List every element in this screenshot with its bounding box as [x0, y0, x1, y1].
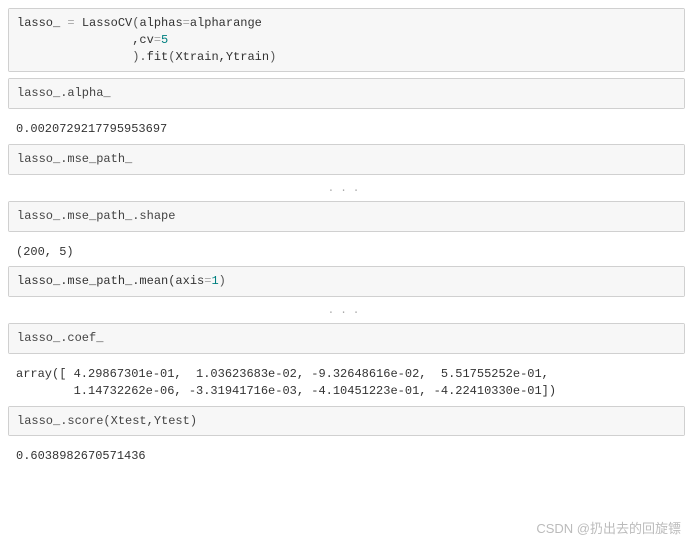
code-block: lasso_.score(Xtest,Ytest) [9, 407, 684, 436]
code-block: lasso_.mse_path_ [9, 145, 684, 174]
code-text: lasso_.alpha_ [17, 86, 111, 100]
code-block: lasso_.mse_path_.shape [9, 202, 684, 231]
code-token: alpharange [190, 16, 262, 30]
output-truncated-icon: ... [8, 181, 685, 201]
code-token: 1 [211, 274, 218, 288]
watermark: CSDN @扔出去的回旋镖 [536, 518, 681, 537]
output-4: (200, 5) [8, 238, 685, 267]
code-token: lasso_ [17, 16, 60, 30]
code-cell-3: lasso_.mse_path_ [8, 144, 685, 175]
code-block: lasso_.alpha_ [9, 79, 684, 108]
code-cell-2: lasso_.alpha_ [8, 78, 685, 109]
code-cell-1: lasso_ = LassoCV(alphas=alpharange ,cv=5… [8, 8, 685, 72]
code-token: = [154, 33, 161, 47]
output-truncated-icon: ... [8, 303, 685, 323]
code-cell-7: lasso_.score(Xtest,Ytest) [8, 406, 685, 437]
code-cell-5: lasso_.mse_path_.mean(axis=1) [8, 266, 685, 297]
code-block: lasso_.coef_ [9, 324, 684, 353]
output-6: array([ 4.29867301e-01, 1.03623683e-02, … [8, 360, 685, 406]
output-7: 0.6038982670571436 [8, 442, 685, 471]
code-text: lasso_.mse_path_ [17, 152, 132, 166]
output-line: 1.14732262e-06, -3.31941716e-03, -4.1045… [16, 384, 556, 398]
output-2: 0.0020729217795953697 [8, 115, 685, 144]
code-token: ) [269, 50, 276, 64]
code-token: alphas [139, 16, 182, 30]
code-text: lasso_.coef_ [17, 331, 103, 345]
code-cell-4: lasso_.mse_path_.shape [8, 201, 685, 232]
code-token: ,cv [17, 33, 154, 47]
code-token: fit [147, 50, 169, 64]
code-token: 5 [161, 33, 168, 47]
code-token: = [183, 16, 190, 30]
code-token: ) [219, 274, 226, 288]
code-block: lasso_ = LassoCV(alphas=alpharange ,cv=5… [9, 9, 684, 71]
code-token: ). [17, 50, 147, 64]
code-block: lasso_.mse_path_.mean(axis=1) [9, 267, 684, 296]
code-token: = [60, 16, 82, 30]
code-token: lasso_.mse_path_.mean(axis [17, 274, 204, 288]
output-line: array([ 4.29867301e-01, 1.03623683e-02, … [16, 367, 549, 381]
code-text: lasso_.score(Xtest,Ytest) [17, 414, 197, 428]
code-cell-6: lasso_.coef_ [8, 323, 685, 354]
code-text: lasso_.mse_path_.shape [17, 209, 175, 223]
code-token: Xtrain,Ytrain [175, 50, 269, 64]
code-token: LassoCV [82, 16, 132, 30]
